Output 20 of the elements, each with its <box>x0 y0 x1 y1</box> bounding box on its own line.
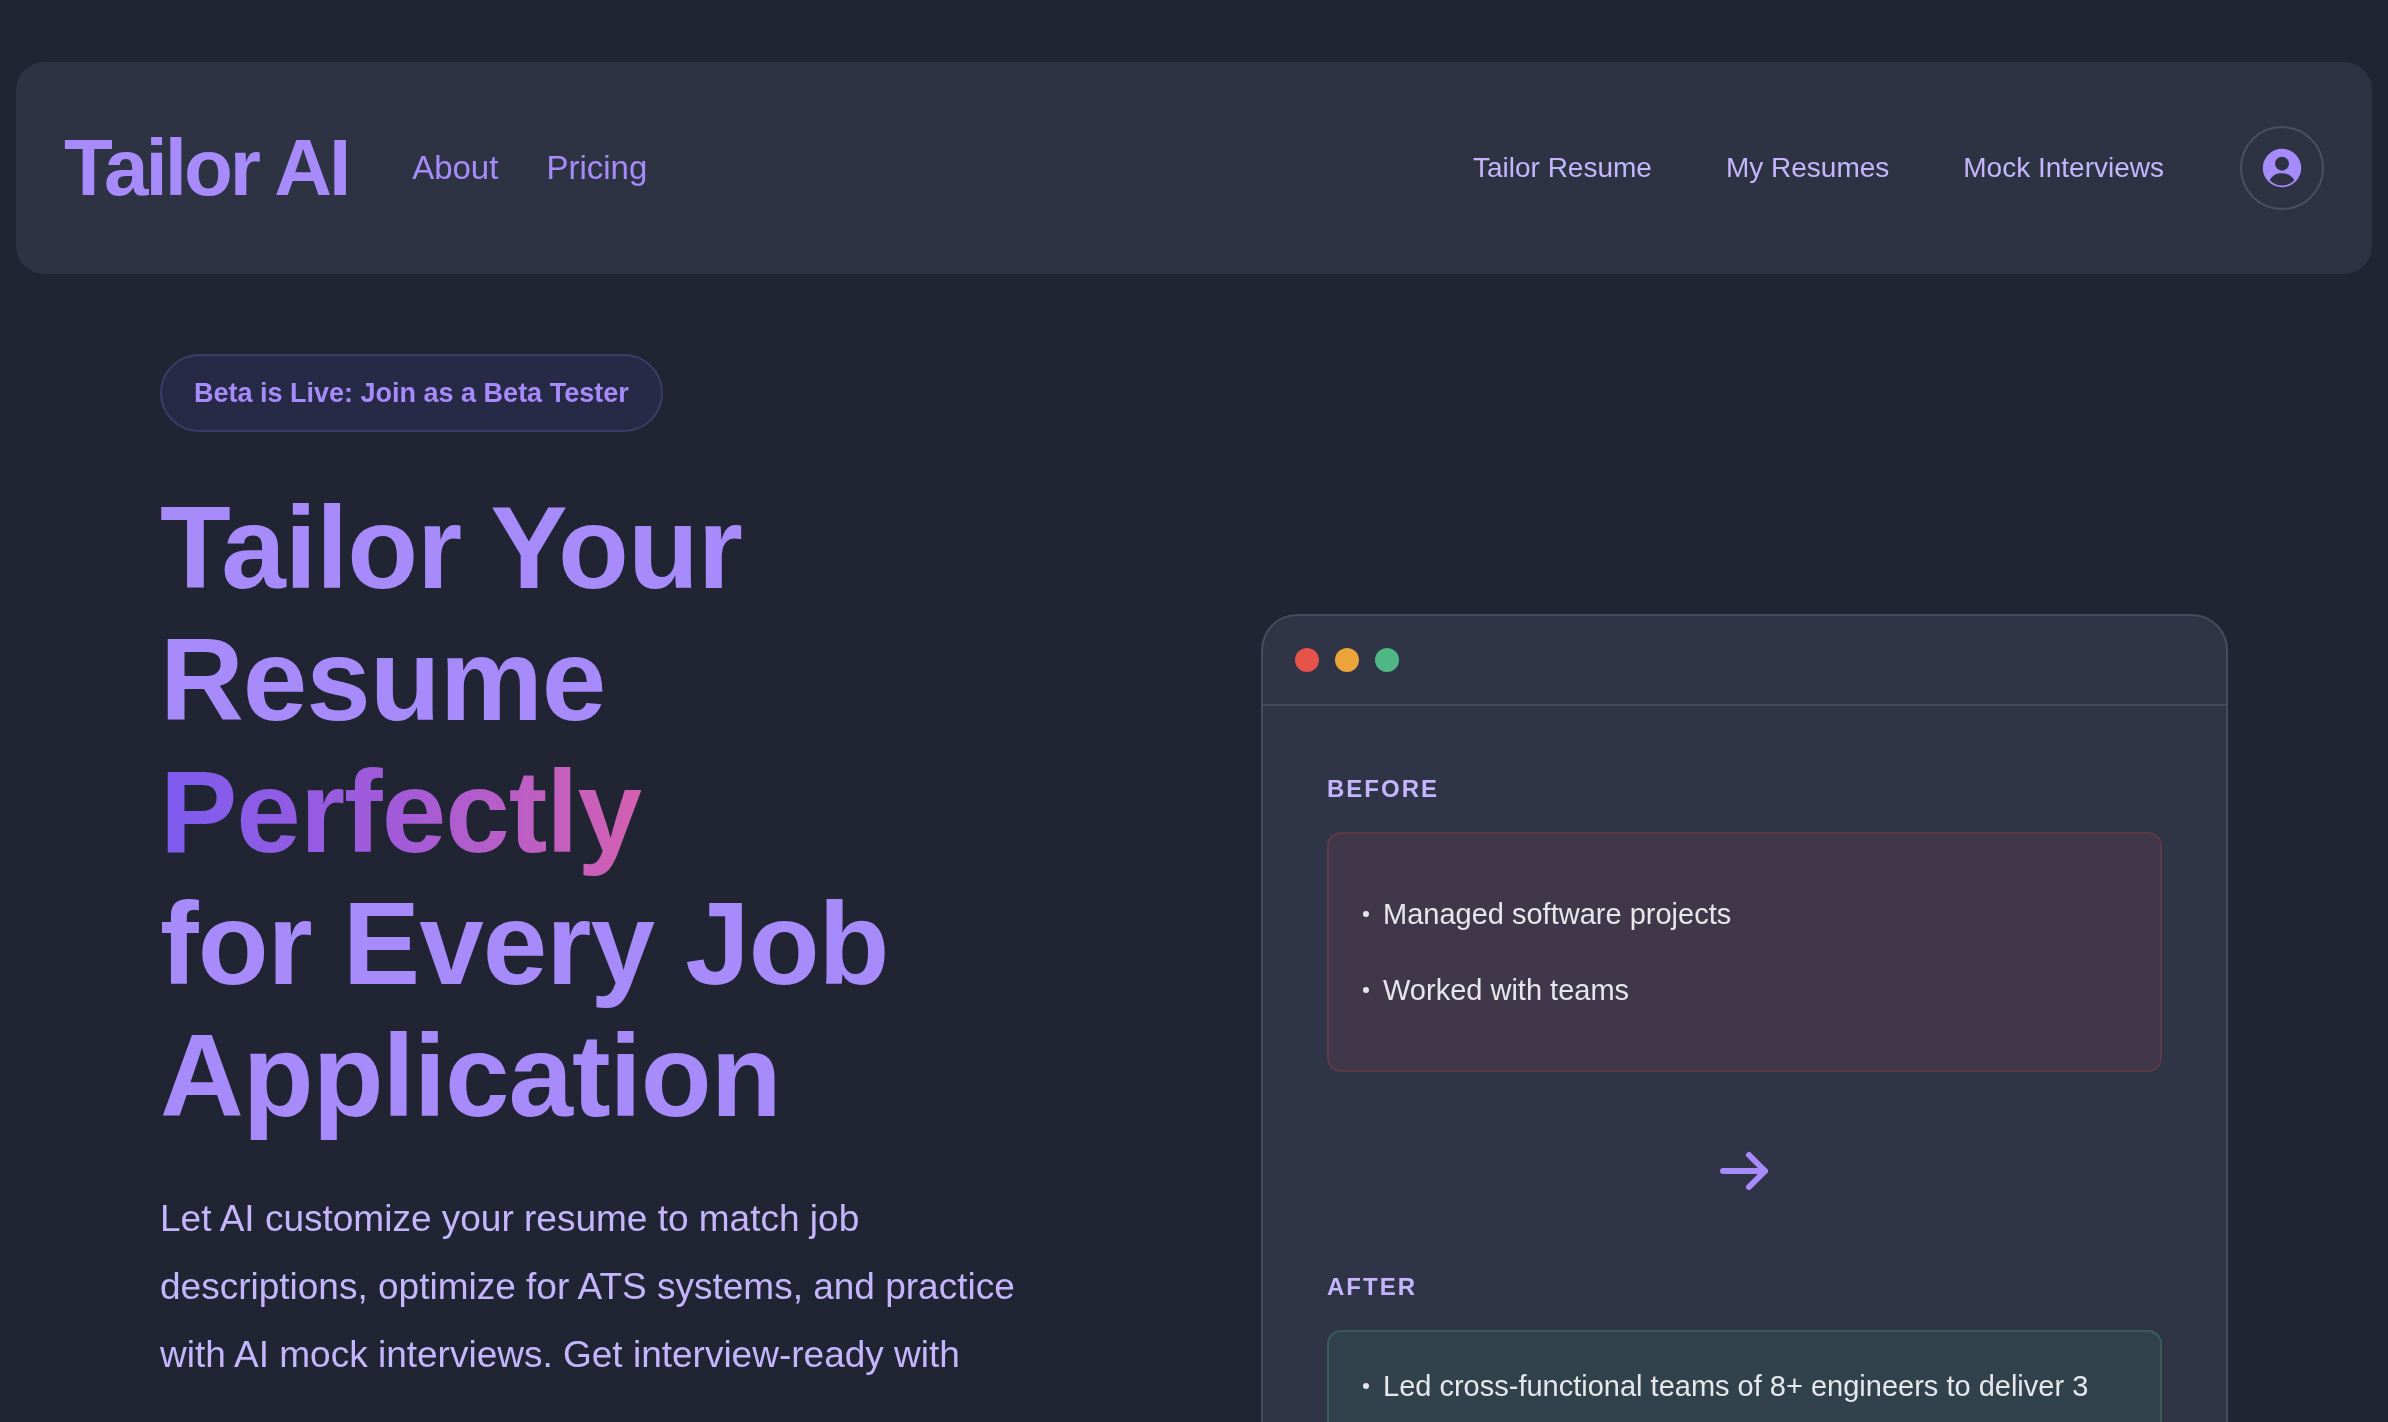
bullet-icon <box>1363 911 1369 917</box>
nav-link[interactable]: Tailor Resume <box>1472 147 1652 189</box>
nav-link[interactable]: Pricing <box>546 143 648 193</box>
bullet-icon <box>1363 987 1369 993</box>
beta-badge[interactable]: Beta is Live: Join as a Beta Tester <box>160 354 663 432</box>
bullet-text: Worked with teams <box>1383 973 1630 1008</box>
section-label: AFTER <box>1327 1272 1417 1302</box>
headline: Tailor Your Resume Perfectly for Every Job Application <box>160 482 890 1142</box>
bullet-text: Managed software projects <box>1383 897 1732 932</box>
bullet-icon <box>1363 1383 1369 1389</box>
nav-link[interactable]: About <box>412 143 499 193</box>
profile-button[interactable] <box>2240 126 2324 210</box>
nav-link[interactable]: Mock Interviews <box>1963 147 2164 189</box>
section-label: BEFORE <box>1327 774 1439 804</box>
bullet-text: Led cross-functional teams of 8+ engineers to deliver 3 <box>1383 1369 2089 1404</box>
nav-link[interactable]: My Resumes <box>1725 147 1890 189</box>
description-text: Let AI customize your resume to match job descriptions, optimize for ATS systems, and practice with AI mock interviews. Get interview-ready with <box>160 1197 1016 1377</box>
arrow-icon <box>1718 1150 1771 1192</box>
user-icon <box>2261 147 2303 189</box>
brand-logo[interactable]: Tailor AI <box>64 128 349 208</box>
